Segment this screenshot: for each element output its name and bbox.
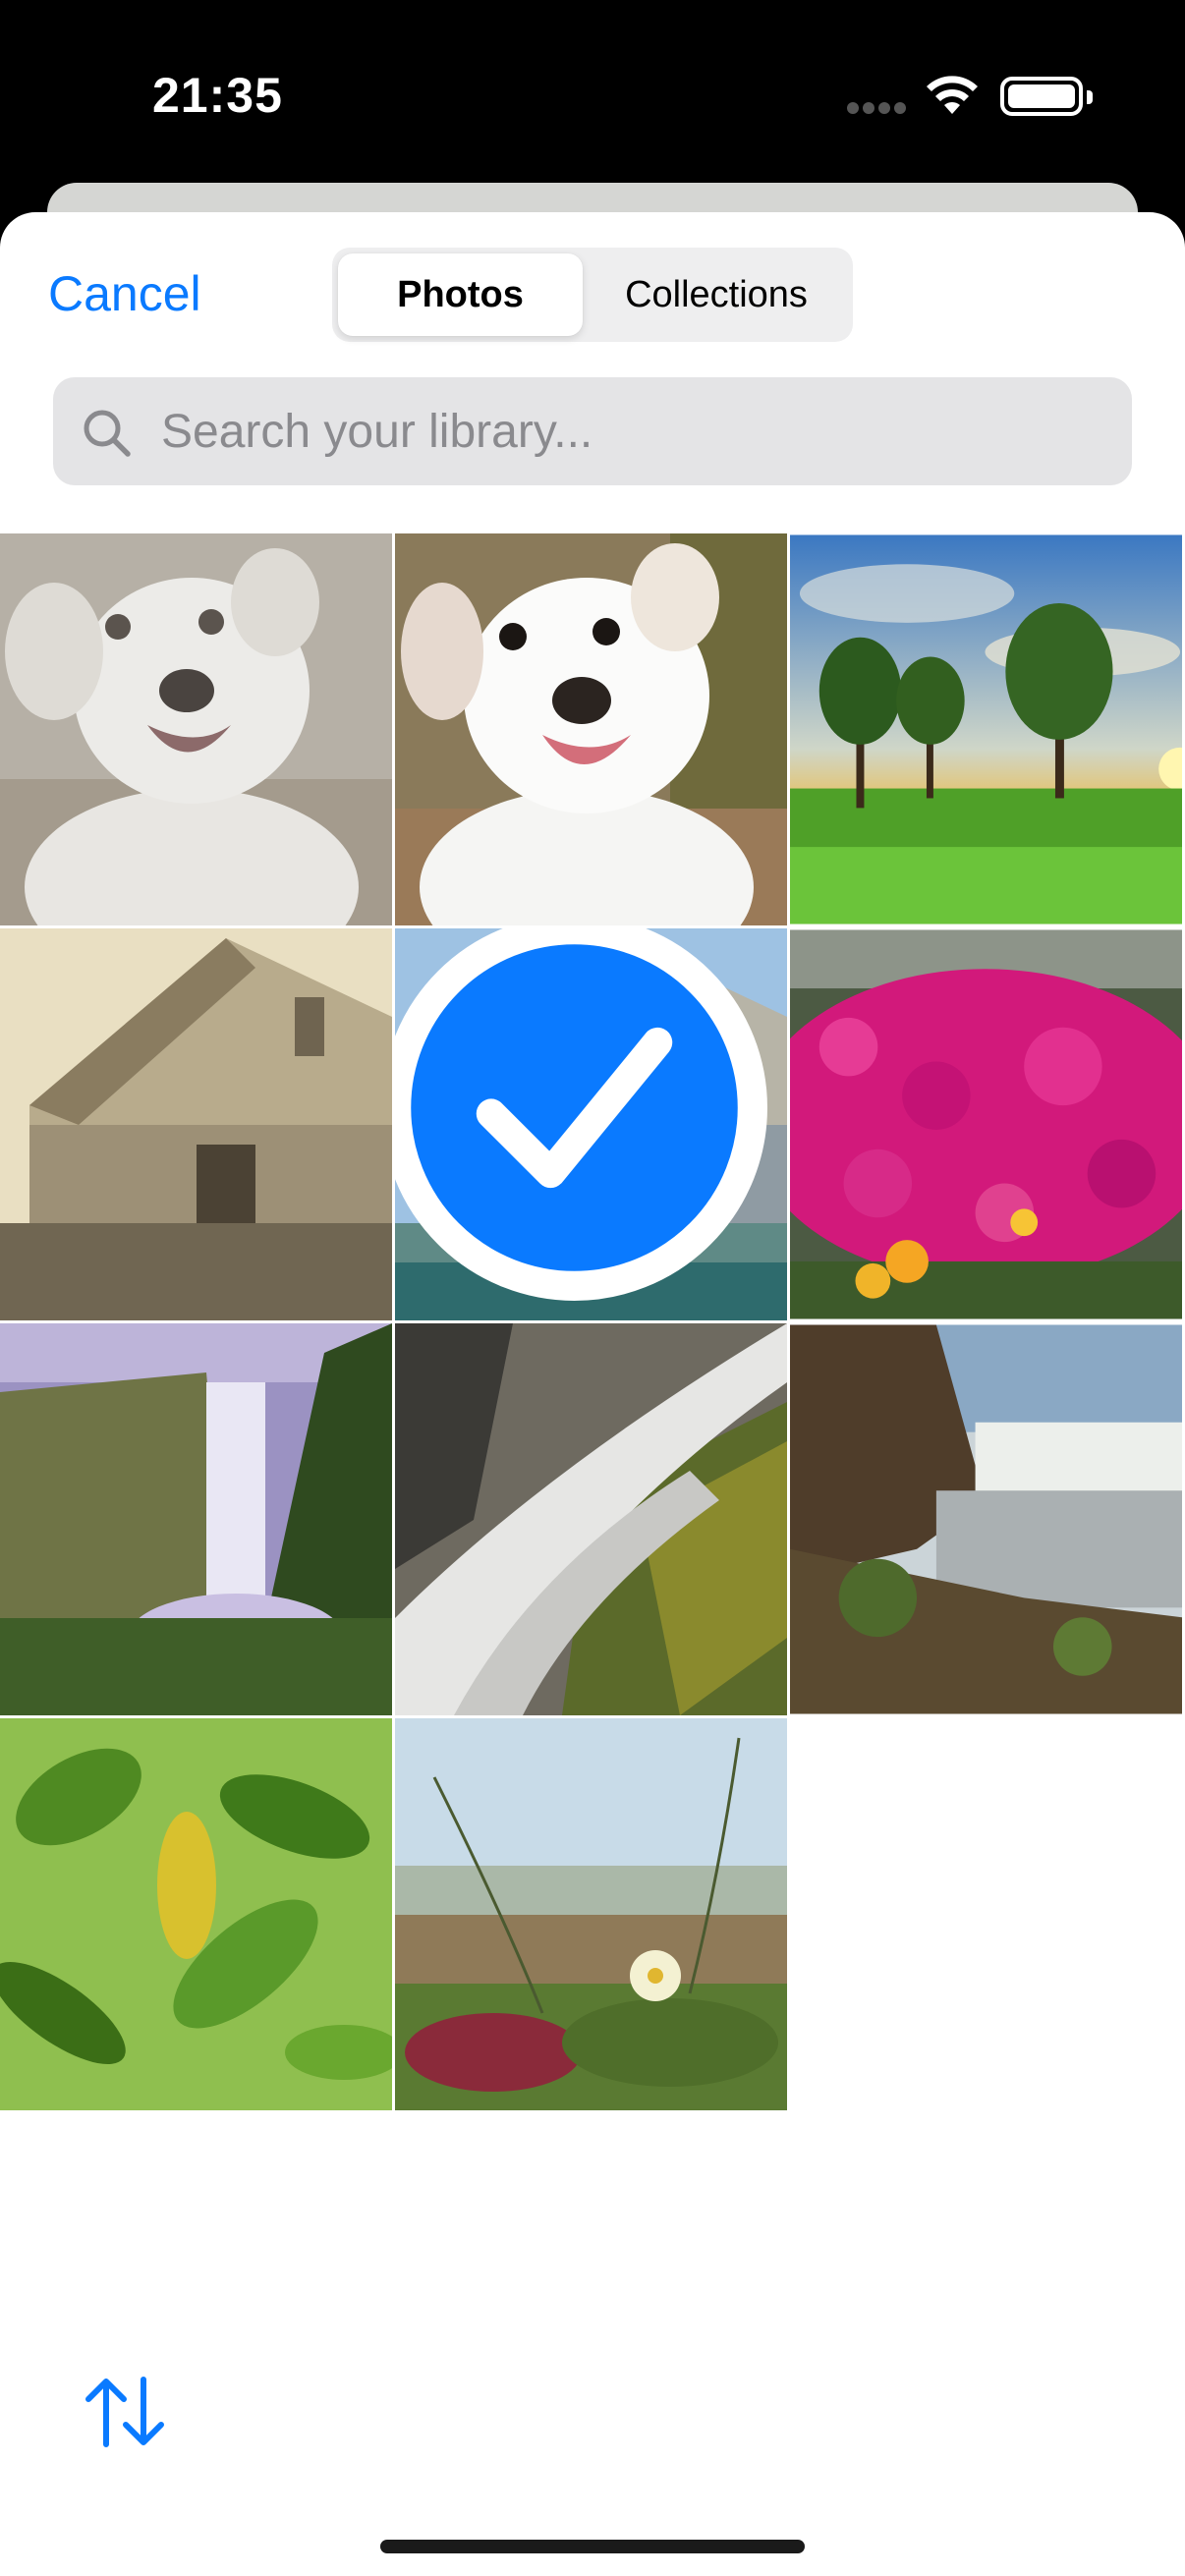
leaves-image bbox=[0, 1718, 392, 2110]
photo-thumbnail-puppy-faded[interactable] bbox=[0, 533, 392, 925]
barn-image bbox=[0, 928, 392, 1320]
wifi-icon bbox=[927, 76, 978, 114]
photo-thumbnail-barn-sepia[interactable] bbox=[0, 928, 392, 1320]
battery-icon bbox=[1000, 77, 1093, 116]
tab-collections[interactable]: Collections bbox=[586, 253, 847, 336]
search-bar[interactable] bbox=[53, 377, 1132, 485]
beach-flower-image bbox=[395, 1718, 787, 2110]
photo-thumbnail-leaves[interactable] bbox=[0, 1718, 392, 2110]
sort-order-icon[interactable] bbox=[85, 2376, 165, 2448]
trees-sunset-image bbox=[790, 534, 1182, 924]
photo-thumbnail-waterfall-misty[interactable] bbox=[0, 1323, 392, 1715]
photo-thumbnail-trees-sunset[interactable] bbox=[790, 533, 1182, 925]
waterfall-image bbox=[0, 1323, 392, 1715]
source-segmented-control: Photos Collections bbox=[332, 248, 853, 342]
photo-thumbnail-puppy[interactable] bbox=[395, 533, 787, 925]
status-bar: 21:35 bbox=[0, 0, 1185, 187]
status-time: 21:35 bbox=[152, 68, 283, 123]
waterfall-image bbox=[790, 1324, 1182, 1714]
search-input[interactable] bbox=[159, 377, 1102, 485]
photo-picker-sheet: Cancel Photos Collections bbox=[0, 212, 1185, 2576]
photo-thumbnail-pink-flowers[interactable] bbox=[790, 928, 1182, 1320]
tab-photos[interactable]: Photos bbox=[338, 253, 583, 336]
search-icon bbox=[84, 410, 131, 457]
cancel-button[interactable]: Cancel bbox=[48, 265, 201, 322]
photo-thumbnail-beach-flower[interactable] bbox=[395, 1718, 787, 2110]
selected-checkmark-icon bbox=[395, 928, 767, 1301]
photo-thumbnail-barn-color[interactable] bbox=[395, 928, 787, 1320]
photo-thumbnail-waterfall-closeup[interactable] bbox=[395, 1323, 787, 1715]
waterfall-image bbox=[395, 1323, 787, 1715]
puppy-image bbox=[0, 533, 392, 925]
home-indicator[interactable] bbox=[380, 2540, 805, 2553]
photo-thumbnail-waterfall-river[interactable] bbox=[790, 1323, 1182, 1715]
puppy-image bbox=[395, 533, 787, 925]
cellular-signal-icon bbox=[847, 102, 908, 116]
flowers-image bbox=[790, 929, 1182, 1319]
